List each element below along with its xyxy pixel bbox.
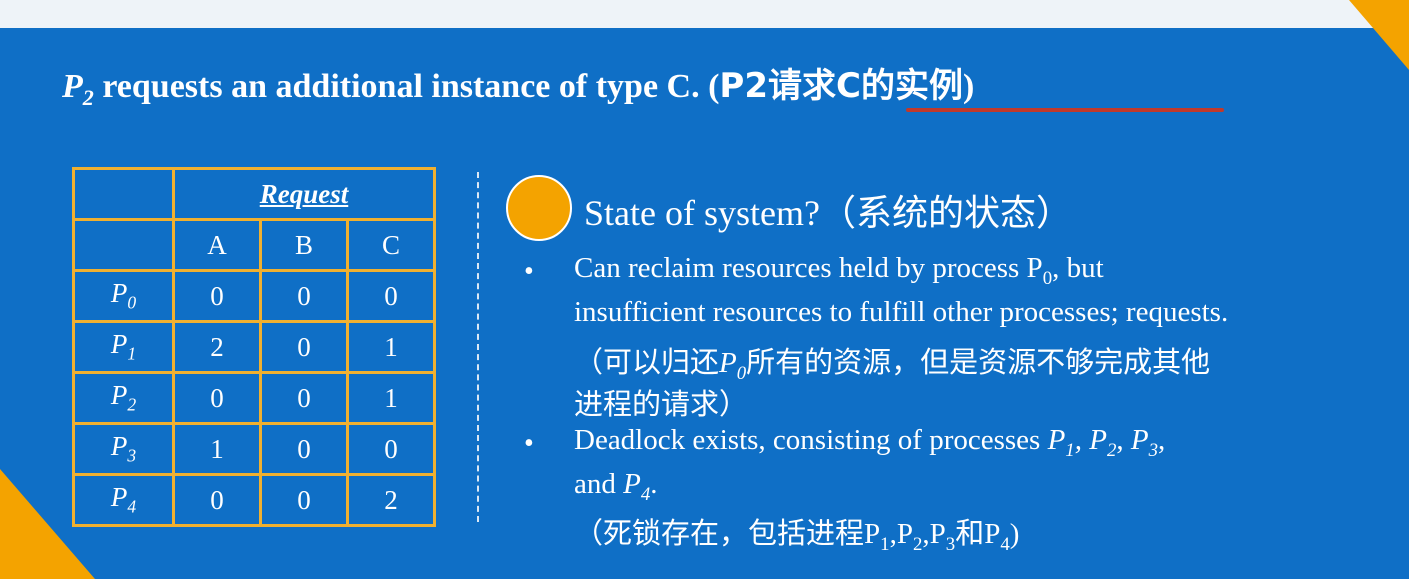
bullet2-cn-line: （死锁存在，包括进程P1,P2,P3和P4) [574,516,1020,555]
table-cell: 0 [259,422,349,476]
dashed-divider [477,172,479,522]
bullet1-cn-line2: 进程的请求） [574,387,749,421]
table-row: P1 2 0 1 [72,320,436,374]
process-label: P0 [72,269,175,323]
bullet2-line1: Deadlock exists, consisting of processes… [574,424,1166,461]
table-cell: 0 [259,269,349,323]
table-row: P0 0 0 0 [72,269,436,323]
column-header-a: A [172,218,262,272]
process-label: P1 [72,320,175,374]
slide-title: P2 requests an additional instance of ty… [62,66,975,110]
table-cell: 2 [346,473,436,527]
bullet1-cn-line1: （可以归还P0所有的资源，但是资源不够完成其他 [574,345,1211,384]
top-bar [0,0,1409,28]
table-corner-cell [72,167,175,221]
bullet1-line2: insufficient resources to fulfill other … [574,296,1229,328]
bullet-2: • [524,428,534,459]
column-header-b: B [259,218,349,272]
request-header: Request [172,167,436,221]
request-table: Request A B C P0 0 0 0 P1 2 0 1 P2 0 0 1… [72,167,436,527]
corner-decoration-top-right [1349,0,1409,70]
process-label: P3 [72,422,175,476]
title-annotation-underline [906,108,1224,112]
table-cell: 1 [346,371,436,425]
table-cell: 0 [346,422,436,476]
table-cell: 0 [259,473,349,527]
table-cell: 1 [172,422,262,476]
table-empty-cell [72,218,175,272]
bullet-1: • [524,256,534,287]
table-cell: 0 [259,320,349,374]
process-label: P4 [72,473,175,527]
table-row: P2 0 0 1 [72,371,436,425]
table-row: P3 1 0 0 [72,422,436,476]
bullet1-line1: Can reclaim resources held by process P0… [574,252,1104,289]
process-label: P2 [72,371,175,425]
orange-circle-icon [506,175,572,241]
table-cell: 0 [259,371,349,425]
column-header-c: C [346,218,436,272]
table-cell: 0 [172,473,262,527]
table-cell: 0 [172,371,262,425]
table-cell: 1 [346,320,436,374]
table-cell: 0 [346,269,436,323]
bullet2-line2: and P4. [574,468,658,505]
table-cell: 0 [172,269,262,323]
table-cell: 2 [172,320,262,374]
state-question: State of system?（系统的状态） [584,193,1072,234]
table-row: P4 0 0 2 [72,473,436,527]
